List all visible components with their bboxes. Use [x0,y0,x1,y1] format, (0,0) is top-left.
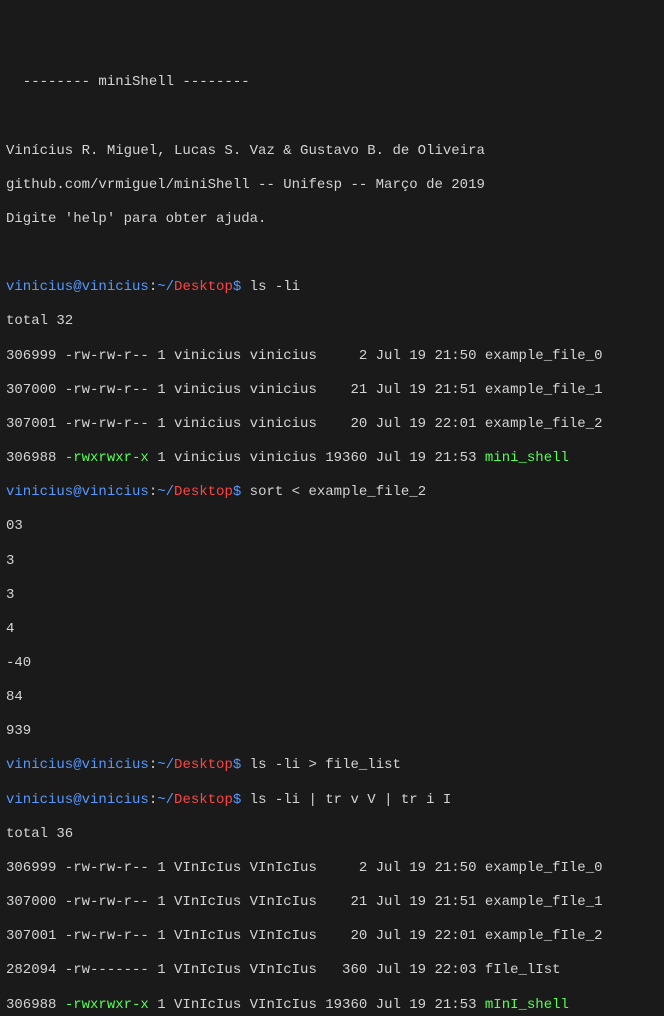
command-2: sort < example_file_2 [250,484,426,500]
output-total-2: total 36 [6,826,658,843]
prompt-dir: Desktop [174,757,233,773]
prompt-dollar: $ [233,279,250,295]
output-sort: 03 [6,518,658,535]
output-sort: 3 [6,553,658,570]
blank-line [6,108,658,125]
prompt-sep: : [149,757,157,773]
prompt-line-4[interactable]: vinicius@vinicius:~/Desktop$ ls -li | tr… [6,792,658,809]
command-1: ls -li [250,279,300,295]
prompt-line-2[interactable]: vinicius@vinicius:~/Desktop$ sort < exam… [6,484,658,501]
prompt-sep: : [149,792,157,808]
output-row: 307001 -rw-rw-r-- 1 vinicius vinicius 20… [6,416,658,433]
output-sort: 84 [6,689,658,706]
output-sort: -40 [6,655,658,672]
prompt-dir: Desktop [174,484,233,500]
output-sort: 4 [6,621,658,638]
output-row: 282094 -rw------- 1 VInIcIus VInIcIus 36… [6,962,658,979]
prompt-dollar: $ [233,757,250,773]
blank-line [6,245,658,262]
prompt-dollar: $ [233,792,250,808]
prompt-userhost: vinicius@vinicius [6,279,149,295]
header-info: github.com/vrmiguel/miniShell -- Unifesp… [6,177,658,194]
header-authors: Vinícius R. Miguel, Lucas S. Vaz & Gusta… [6,143,658,160]
perms-exec: -rwxrwxr-x [65,997,149,1013]
output-sort: 3 [6,587,658,604]
output-sort: 939 [6,723,658,740]
prompt-dir: Desktop [174,792,233,808]
output-row-exec: 306988 -rwxrwxr-x 1 vinicius vinicius 19… [6,450,658,467]
prompt-sep: : [149,484,157,500]
output-row: 306999 -rw-rw-r-- 1 VInIcIus VInIcIus 2 … [6,860,658,877]
output-total-1: total 32 [6,313,658,330]
command-4: ls -li | tr v V | tr i I [250,792,452,808]
prompt-tilde: ~/ [157,484,174,500]
output-row: 307001 -rw-rw-r-- 1 VInIcIus VInIcIus 20… [6,928,658,945]
perms-exec: -rwxrwxr-x [65,450,149,466]
prompt-line-1[interactable]: vinicius@vinicius:~/Desktop$ ls -li [6,279,658,296]
prompt-userhost: vinicius@vinicius [6,792,149,808]
prompt-userhost: vinicius@vinicius [6,484,149,500]
prompt-dollar: $ [233,484,250,500]
prompt-tilde: ~/ [157,792,174,808]
header-title: -------- miniShell -------- [6,74,658,91]
output-row: 306999 -rw-rw-r-- 1 vinicius vinicius 2 … [6,348,658,365]
prompt-sep: : [149,279,157,295]
prompt-tilde: ~/ [157,279,174,295]
prompt-userhost: vinicius@vinicius [6,757,149,773]
prompt-dir: Desktop [174,279,233,295]
header-help: Digite 'help' para obter ajuda. [6,211,658,228]
command-3: ls -li > file_list [250,757,401,773]
filename-exec: mInI_shell [485,997,569,1013]
output-row: 307000 -rw-rw-r-- 1 VInIcIus VInIcIus 21… [6,894,658,911]
filename-exec: mini_shell [485,450,569,466]
output-row: 307000 -rw-rw-r-- 1 vinicius vinicius 21… [6,382,658,399]
prompt-tilde: ~/ [157,757,174,773]
output-row-exec: 306988 -rwxrwxr-x 1 VInIcIus VInIcIus 19… [6,997,658,1014]
prompt-line-3[interactable]: vinicius@vinicius:~/Desktop$ ls -li > fi… [6,757,658,774]
